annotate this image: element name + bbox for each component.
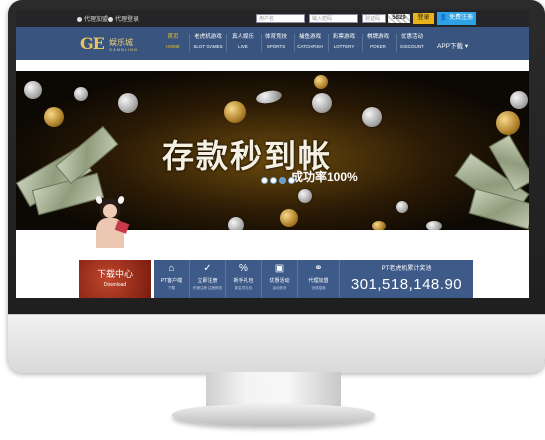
top-utility-bar: 代理加盟 代理登录 用户名 输入密码 验证码 5829 登录 👤 免费注册 xyxy=(16,10,529,27)
promo-model-image xyxy=(86,195,132,248)
coin-image xyxy=(255,88,283,106)
gift-badge-icon: % xyxy=(239,263,248,274)
monitor-stand-base xyxy=(172,404,375,426)
website-screen: 代理加盟 代理登录 用户名 输入密码 验证码 5829 登录 👤 免费注册 GE… xyxy=(16,10,529,298)
coin-image xyxy=(224,101,246,123)
carousel-dot[interactable] xyxy=(270,177,277,184)
feature-newbie-gift[interactable]: % 新手礼包 新会员礼包 xyxy=(226,260,262,298)
coin-image xyxy=(280,209,298,227)
feature-agent-join[interactable]: ⚭ 代理加盟 全球招商 xyxy=(298,260,340,298)
username-input[interactable]: 用户名 xyxy=(256,14,305,23)
user-icon: 👤 xyxy=(439,15,448,21)
agent-join-link[interactable]: 代理加盟 xyxy=(77,14,108,23)
register-button[interactable]: 👤 免费注册 xyxy=(437,12,476,25)
coin-image xyxy=(298,189,312,203)
coin-image xyxy=(426,221,442,230)
coin-image xyxy=(496,111,520,135)
coin-image xyxy=(314,75,328,89)
coin-image xyxy=(74,87,88,101)
main-nav: GE 娱乐城 GAMBLING 首页 HOME 老虎机游戏 SLOT GAMES 真… xyxy=(16,27,529,60)
logo-name-en: GAMBLING xyxy=(109,47,139,52)
nav-item-discount[interactable]: 优惠活动 DISCOUNT xyxy=(394,32,430,49)
jackpot-value: 301,518,148.90 xyxy=(350,276,463,293)
coin-image xyxy=(44,107,64,127)
banner-subline: 成功率100% xyxy=(291,170,358,184)
captcha-image[interactable]: 5829 xyxy=(388,14,410,23)
feature-register[interactable]: ✓ 立即注册 秒速注册 注册即送 xyxy=(190,260,226,298)
carousel-dot[interactable] xyxy=(288,177,295,184)
agent-login-link[interactable]: 代理登录 xyxy=(108,14,139,23)
coin-image xyxy=(228,217,244,230)
nav-item-live[interactable]: 真人娱乐 LIVE xyxy=(225,32,261,49)
logo-mark: GE xyxy=(80,34,105,53)
check-icon: ✓ xyxy=(203,263,212,274)
download-subtitle: Download xyxy=(103,282,127,288)
jackpot-panel: PT老虎机累计奖池 301,518,148.90 xyxy=(340,260,473,298)
nav-item-catchfish[interactable]: 捕鱼游戏 CATCHFISH xyxy=(292,32,328,49)
site-logo[interactable]: GE 娱乐城 GAMBLING xyxy=(80,34,137,54)
coin-image xyxy=(312,93,332,113)
carousel-dot-active[interactable] xyxy=(279,177,286,184)
login-button[interactable]: 登录 xyxy=(413,13,434,24)
app-download-menu[interactable]: APP下载 ▾ xyxy=(437,40,468,50)
nav-item-sports[interactable]: 体育竞技 SPORTS xyxy=(258,32,294,49)
coin-image xyxy=(510,91,528,109)
coin-image xyxy=(24,81,42,99)
store-icon: ⌂ xyxy=(168,263,175,274)
gift-icon: ▣ xyxy=(274,263,285,274)
carousel-indicators xyxy=(261,171,297,189)
coin-image xyxy=(362,107,382,127)
carousel-dot[interactable] xyxy=(261,177,268,184)
jackpot-title: PT老虎机累计奖池 xyxy=(381,266,432,272)
coin-image xyxy=(396,201,408,213)
coin-image xyxy=(372,221,386,230)
password-input[interactable]: 输入密码 xyxy=(309,14,358,23)
feature-pt-client[interactable]: ⌂ PT客户端 下载 xyxy=(154,260,190,298)
coin-image xyxy=(118,93,138,113)
captcha-input[interactable]: 验证码 xyxy=(362,14,386,23)
nav-item-slot-games[interactable]: 老虎机游戏 SLOT GAMES xyxy=(190,32,226,49)
dot-icon xyxy=(77,17,82,22)
monitor-chin xyxy=(8,314,545,373)
nav-item-poker[interactable]: 棋牌游戏 POKER xyxy=(360,32,396,49)
handshake-icon: ⚭ xyxy=(314,263,323,274)
feature-promotions[interactable]: ▣ 优惠活动 活动多多 xyxy=(262,260,298,298)
download-center-tile[interactable]: 下载中心 Download xyxy=(79,260,151,298)
nav-item-lottery[interactable]: 彩票游戏 LOTTERY xyxy=(326,32,362,49)
nav-item-home[interactable]: 首页 HOME xyxy=(155,32,191,49)
monitor-stand-neck xyxy=(206,372,341,406)
dot-icon xyxy=(108,17,113,22)
caret-down-icon: ▾ xyxy=(464,43,469,50)
download-title: 下载中心 xyxy=(96,269,133,279)
